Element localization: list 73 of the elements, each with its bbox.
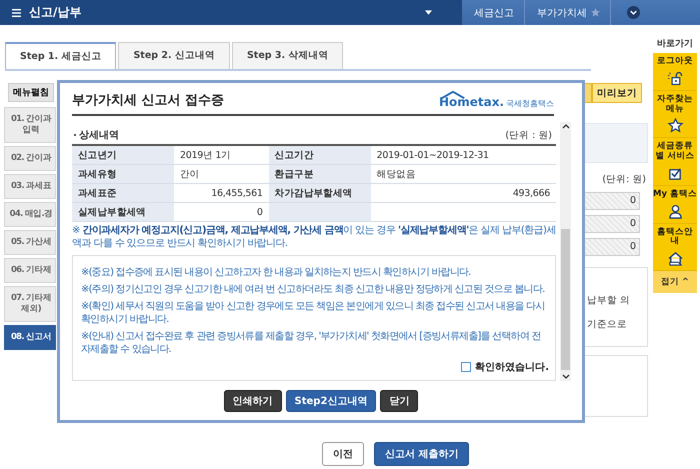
star-icon <box>591 8 600 17</box>
table-cell: 과세유형 <box>72 164 174 184</box>
quick-link[interactable]: 세금종류별 서비스 <box>653 138 697 186</box>
confirm-checkbox[interactable] <box>461 362 472 372</box>
step-tab[interactable]: Step 1. 세금신고 <box>5 42 116 69</box>
amount-field: 0 <box>582 238 640 256</box>
footer-button[interactable]: 신고서 제출하기 <box>374 442 470 466</box>
logo-text: Hometax. <box>438 95 504 109</box>
side-menu-item[interactable]: 03. 과세표 <box>4 174 56 200</box>
preview-button[interactable]: 미리보기 <box>592 83 642 103</box>
quick-link[interactable]: 로그아웃 <box>653 53 697 91</box>
scroll-up-icon[interactable] <box>562 124 570 129</box>
section-title: 상세내역 <box>79 129 119 142</box>
person-icon <box>666 204 684 219</box>
expand-icon[interactable] <box>627 6 640 19</box>
table-cell: 493,666 <box>370 184 556 202</box>
confirm-label: 확인하였습니다. <box>475 361 549 374</box>
dialog-button[interactable]: 인쇄하기 <box>224 390 282 412</box>
step-tab[interactable]: Step 2. 신고내역 <box>118 42 230 69</box>
scrollbar[interactable] <box>560 122 571 381</box>
table-cell: 2019-01-01~2019-12-31 <box>370 145 556 164</box>
table-cell: 2019년 1기 <box>174 145 269 164</box>
notice-text: ※(중요) 접수증에 표시된 내용이 신고하고자 한 내용과 일치하는지 반드시 확인하시기 바랍니다. <box>81 266 472 279</box>
menu-icon <box>12 8 21 16</box>
table-cell: 신고기간 <box>268 145 371 164</box>
table-cell: 실제납부할세액 <box>72 202 174 222</box>
checkbox-icon <box>666 166 684 181</box>
table-cell: 해당없음 <box>370 164 556 184</box>
house-icon <box>666 251 684 266</box>
amount-field: 0 <box>582 192 640 210</box>
panel-text: 기준으로 <box>587 318 628 331</box>
side-menu-item[interactable]: 02. 간이과 <box>4 146 56 172</box>
notice-text: ※(안내) 신고서 접수완료 후 관련 증빙서류를 제출할 경우, '부가가치세' 첫화면에서 [증빙서류제출]를 선택하여 전자제출할 수 있습니다. <box>81 330 542 356</box>
notice-text: ※(확인) 세무서 직원의 도움을 받아 신고한 경우에도 모든 책임은 본인에게 있으니 최종 접수된 신고서 내용을 다시 확인하시기 바랍니다. <box>81 300 546 326</box>
side-menu-item[interactable]: 06. 기타제 <box>4 258 56 284</box>
logo-caption: 국세청홈택스 <box>506 98 554 109</box>
warning-note: ※ 간이과세자가 예정고지(신고)금액, 제고납부세액, 가산세 금액이 있는 경우 '실제납부할세액'은 실제 납부(환급)세액과 다를 수 있으므로 반드시 확인하시기 바랍니다. <box>72 225 556 250</box>
side-menu-item[interactable]: 04. 매입.경 <box>4 202 56 228</box>
breadcrumb-link[interactable]: 세금신고 <box>462 0 525 25</box>
side-menu-item[interactable]: 07. 기타제 제외) <box>4 286 56 322</box>
amount-field: 0 <box>582 215 640 233</box>
padlock-icon <box>666 70 684 86</box>
step-tab[interactable]: Step 3. 삭제내역 <box>232 42 344 69</box>
table-cell: 16,455,561 <box>174 184 269 202</box>
caret-icon <box>425 10 432 15</box>
unit-label: (단위: 원) <box>602 173 646 186</box>
table-cell: 신고년기 <box>72 145 174 164</box>
info-panel <box>582 123 648 163</box>
footer-button[interactable]: 이전 <box>322 442 364 466</box>
unit-label: (단위 : 원) <box>505 129 552 142</box>
table-cell: 0 <box>174 202 269 222</box>
side-menu-item[interactable]: 05. 가산세 <box>4 230 56 256</box>
table-cell: 간이 <box>174 164 269 184</box>
dialog-button[interactable]: 닫기 <box>380 390 418 412</box>
dialog-title: 부가가치세 신고서 접수증 <box>72 92 224 109</box>
dialog-button[interactable]: Step2신고내역 <box>286 390 376 412</box>
menu-title[interactable]: 신고/납부 <box>0 0 462 25</box>
notice-text: ※(주의) 정기신고인 경우 신고기한 내에 여러 번 신고하더라도 최종 신고한 내용만 정당하게 신고된 것으로 봅니다. <box>81 283 546 296</box>
roof-logo-icon <box>440 91 465 99</box>
side-menu-item[interactable]: 01. 간이과 입력 <box>4 107 56 144</box>
quick-link[interactable]: My 홈택스 <box>653 186 697 224</box>
quick-link[interactable]: 자주찾는 메뉴 <box>653 90 697 138</box>
scroll-down-icon[interactable] <box>562 374 570 379</box>
menu-expand-button[interactable]: 메뉴펼침 <box>8 83 54 102</box>
panel-text: 납부할 의 <box>587 294 632 307</box>
side-menu-item[interactable]: 08. 신고서 <box>4 325 56 350</box>
star-icon <box>666 118 684 134</box>
breadcrumb-link[interactable]: 부가가치세 <box>525 0 611 25</box>
table-cell: 과세표준 <box>72 184 174 202</box>
quick-links-title: 바로가기 <box>657 38 693 50</box>
collapse-button[interactable]: 접기 ^ <box>653 271 697 294</box>
table-cell: 차가감납부할세액 <box>268 184 371 202</box>
table-cell: 환급구분 <box>268 164 371 184</box>
